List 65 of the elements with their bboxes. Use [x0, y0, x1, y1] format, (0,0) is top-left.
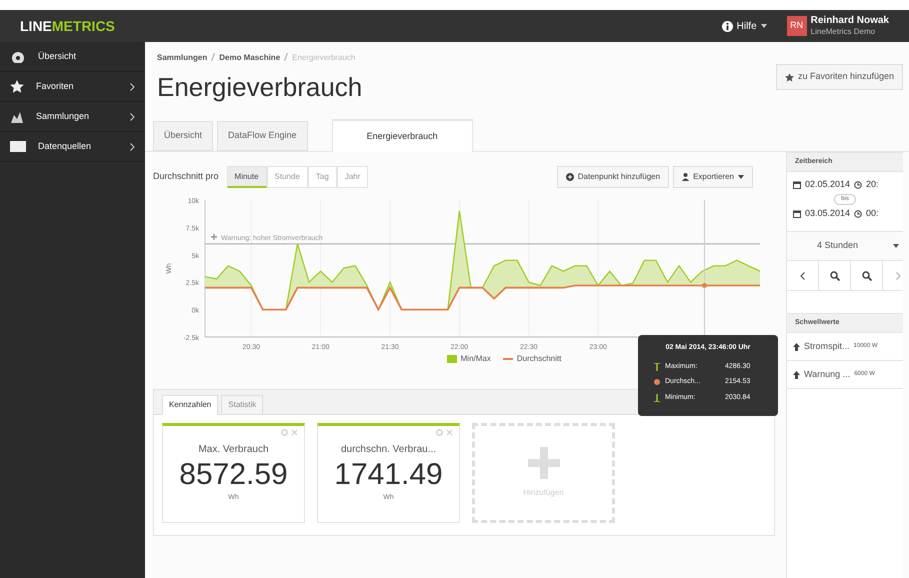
- kpi-title: durchschn. Verbrau...: [340, 443, 436, 457]
- help-menu[interactable]: Hilfe: [736, 18, 767, 34]
- logo: LINE: [20, 16, 52, 36]
- user-org: LineMetrics Demo: [810, 26, 876, 37]
- tab[interactable]: Übersicht: [153, 121, 214, 151]
- time-field[interactable]: 00:: [866, 207, 879, 221]
- calendar-icon: [793, 181, 801, 189]
- sidebar-item[interactable]: Datenquellen: [0, 132, 145, 162]
- hover-marker: [702, 283, 707, 288]
- tab[interactable]: DataFlow Engine: [217, 121, 308, 151]
- kpi-value: 1741.49: [334, 457, 443, 493]
- plus-icon: [528, 447, 560, 479]
- breadcrumb-link[interactable]: Demo Maschine: [219, 52, 280, 64]
- zoom-in-icon[interactable]: [830, 270, 840, 280]
- chevron-right-icon: [130, 142, 135, 150]
- kpi-value: 8572.59: [179, 457, 288, 493]
- time-field[interactable]: 20:: [866, 178, 879, 192]
- close-icon[interactable]: [446, 429, 453, 436]
- separator-icon: [284, 53, 288, 61]
- plus-icon: [210, 233, 218, 241]
- page-title: Energieverbrauch: [157, 71, 364, 104]
- dot-icon: [654, 379, 660, 386]
- legend-item[interactable]: Durchschnitt: [502, 353, 562, 365]
- user-icon: [682, 173, 690, 181]
- legend-swatch: [446, 355, 457, 363]
- averaging-label: Durchschnitt pro: [153, 170, 219, 184]
- calendar-icon: [793, 210, 801, 218]
- tab[interactable]: Kennzahlen: [162, 395, 218, 415]
- zoom-out-icon[interactable]: [862, 270, 872, 280]
- caret-icon: [760, 24, 767, 28]
- date-field[interactable]: 02.05.2014: [805, 178, 850, 192]
- user-name[interactable]: Reinhard Nowak: [810, 15, 889, 26]
- user-avatar[interactable]: RN: [786, 16, 807, 36]
- star-icon: [784, 72, 794, 82]
- legend-item[interactable]: Min/Max: [446, 353, 491, 365]
- breadcrumb-link[interactable]: Sammlungen: [157, 52, 208, 64]
- gear-icon[interactable]: [436, 429, 443, 436]
- duration-dropdown[interactable]: 4 Stunden: [787, 231, 903, 261]
- add-datapoint-button[interactable]: Datenpunkt hinzufügen: [556, 166, 670, 188]
- max-icon: [654, 362, 660, 371]
- kpi-title: Max. Verbrauch: [198, 443, 269, 457]
- tab[interactable]: Energieverbrauch: [332, 119, 473, 152]
- caret-icon: [893, 244, 899, 248]
- chevron-right-icon[interactable]: [896, 272, 901, 280]
- gear-icon[interactable]: [281, 429, 288, 436]
- min-icon: [654, 394, 660, 402]
- info-icon: [722, 20, 733, 32]
- logo: METRICS: [52, 16, 115, 36]
- plus-circle-icon: [566, 173, 574, 181]
- chevron-right-icon: [130, 82, 135, 90]
- date-field[interactable]: 03.05.2014: [805, 207, 850, 221]
- arrow-up-icon: [793, 370, 800, 378]
- arrow-up-icon: [793, 342, 800, 350]
- clock-icon: [854, 181, 862, 189]
- chevron-right-icon: [130, 112, 135, 120]
- breadcrumb-current: Energieverbrauch: [292, 52, 356, 64]
- close-icon[interactable]: [291, 429, 298, 436]
- separator-icon: [211, 53, 216, 61]
- chevron-left-icon[interactable]: [800, 272, 805, 280]
- favorite-button[interactable]: zu Favoriten hinzufügen: [776, 64, 903, 90]
- export-button[interactable]: Exportieren: [673, 166, 753, 188]
- clock-icon: [854, 210, 862, 218]
- star-icon: [10, 80, 24, 93]
- caret-icon: [738, 175, 744, 179]
- averaging-option[interactable]: Minute: [226, 166, 267, 188]
